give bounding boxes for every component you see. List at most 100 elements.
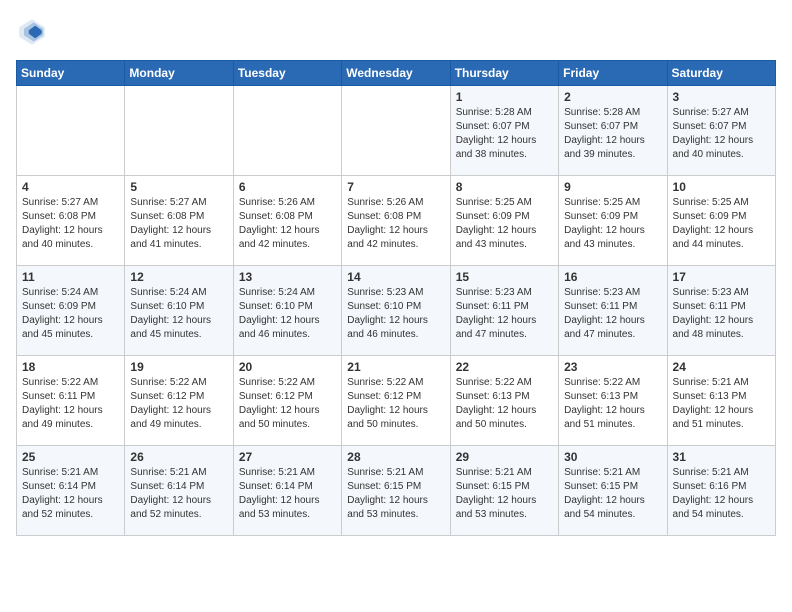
day-info: Sunrise: 5:22 AM Sunset: 6:12 PM Dayligh… (347, 376, 444, 432)
calendar-week-2: 4 Sunrise: 5:27 AM Sunset: 6:08 PM Daylig… (17, 176, 776, 266)
day-number: 13 (239, 270, 336, 284)
day-number: 17 (673, 270, 770, 284)
day-number: 10 (673, 180, 770, 194)
day-info: Sunrise: 5:26 AM Sunset: 6:08 PM Dayligh… (347, 196, 444, 252)
logo-icon (16, 16, 48, 48)
calendar-cell: 24Sunrise: 5:21 AM Sunset: 6:13 PM Dayli… (667, 356, 775, 446)
calendar-week-4: 18 Sunrise: 5:22 AM Sunset: 6:11 PM Dayli… (17, 356, 776, 446)
calendar-cell: 8 Sunrise: 5:25 AM Sunset: 6:09 PM Daylig… (450, 176, 558, 266)
day-number: 28 (347, 450, 444, 464)
day-info: Sunrise: 5:21 AM Sunset: 6:15 PM Dayligh… (347, 466, 444, 522)
day-number: 23 (564, 360, 661, 374)
calendar-cell (17, 86, 125, 176)
day-info: Sunrise: 5:24 AM Sunset: 6:09 PM Dayligh… (22, 286, 119, 342)
day-number: 15 (456, 270, 553, 284)
weekday-header-monday: Monday (125, 61, 233, 86)
day-number: 7 (347, 180, 444, 194)
weekday-header-tuesday: Tuesday (233, 61, 341, 86)
day-number: 3 (673, 90, 770, 104)
day-info: Sunrise: 5:22 AM Sunset: 6:11 PM Dayligh… (22, 376, 119, 432)
calendar-cell: 21 Sunrise: 5:22 AM Sunset: 6:12 PM Dayli… (342, 356, 450, 446)
calendar-cell: 10 Sunrise: 5:25 AM Sunset: 6:09 PM Dayli… (667, 176, 775, 266)
day-info: Sunrise: 5:28 AM Sunset: 6:07 PM Dayligh… (456, 106, 553, 162)
calendar-cell: 29 Sunrise: 5:21 AM Sunset: 6:15 PM Dayli… (450, 446, 558, 536)
day-number: 18 (22, 360, 119, 374)
day-info: Sunrise: 5:21 AM Sunset: 6:14 PM Dayligh… (22, 466, 119, 522)
day-number: 6 (239, 180, 336, 194)
day-info: Sunrise: 5:27 AM Sunset: 6:07 PM Dayligh… (673, 106, 770, 162)
calendar-cell: 20Sunrise: 5:22 AM Sunset: 6:12 PM Dayli… (233, 356, 341, 446)
day-number: 8 (456, 180, 553, 194)
day-number: 27 (239, 450, 336, 464)
calendar-cell: 4 Sunrise: 5:27 AM Sunset: 6:08 PM Daylig… (17, 176, 125, 266)
calendar-cell: 17Sunrise: 5:23 AM Sunset: 6:11 PM Dayli… (667, 266, 775, 356)
day-number: 26 (130, 450, 227, 464)
day-number: 29 (456, 450, 553, 464)
weekday-row: SundayMondayTuesdayWednesdayThursdayFrid… (17, 61, 776, 86)
day-info: Sunrise: 5:21 AM Sunset: 6:14 PM Dayligh… (130, 466, 227, 522)
day-info: Sunrise: 5:21 AM Sunset: 6:14 PM Dayligh… (239, 466, 336, 522)
calendar-cell: 18 Sunrise: 5:22 AM Sunset: 6:11 PM Dayli… (17, 356, 125, 446)
calendar-week-1: 1 Sunrise: 5:28 AM Sunset: 6:07 PM Daylig… (17, 86, 776, 176)
day-number: 11 (22, 270, 119, 284)
calendar-table: SundayMondayTuesdayWednesdayThursdayFrid… (16, 60, 776, 536)
day-info: Sunrise: 5:24 AM Sunset: 6:10 PM Dayligh… (239, 286, 336, 342)
day-info: Sunrise: 5:21 AM Sunset: 6:15 PM Dayligh… (456, 466, 553, 522)
weekday-header-thursday: Thursday (450, 61, 558, 86)
calendar-cell: 16 Sunrise: 5:23 AM Sunset: 6:11 PM Dayli… (559, 266, 667, 356)
weekday-header-wednesday: Wednesday (342, 61, 450, 86)
day-number: 12 (130, 270, 227, 284)
day-info: Sunrise: 5:23 AM Sunset: 6:11 PM Dayligh… (456, 286, 553, 342)
calendar-cell: 27 Sunrise: 5:21 AM Sunset: 6:14 PM Dayli… (233, 446, 341, 536)
calendar-cell (125, 86, 233, 176)
day-info: Sunrise: 5:26 AM Sunset: 6:08 PM Dayligh… (239, 196, 336, 252)
calendar-cell: 14 Sunrise: 5:23 AM Sunset: 6:10 PM Dayli… (342, 266, 450, 356)
day-number: 1 (456, 90, 553, 104)
day-info: Sunrise: 5:25 AM Sunset: 6:09 PM Dayligh… (456, 196, 553, 252)
day-info: Sunrise: 5:28 AM Sunset: 6:07 PM Dayligh… (564, 106, 661, 162)
calendar-cell (233, 86, 341, 176)
calendar-body: 1 Sunrise: 5:28 AM Sunset: 6:07 PM Daylig… (17, 86, 776, 536)
day-number: 19 (130, 360, 227, 374)
calendar-cell: 15 Sunrise: 5:23 AM Sunset: 6:11 PM Dayli… (450, 266, 558, 356)
calendar-cell: 1 Sunrise: 5:28 AM Sunset: 6:07 PM Daylig… (450, 86, 558, 176)
day-number: 30 (564, 450, 661, 464)
calendar-cell: 22Sunrise: 5:22 AM Sunset: 6:13 PM Dayli… (450, 356, 558, 446)
calendar-cell: 30 Sunrise: 5:21 AM Sunset: 6:15 PM Dayli… (559, 446, 667, 536)
calendar-cell: 13 Sunrise: 5:24 AM Sunset: 6:10 PM Dayli… (233, 266, 341, 356)
day-info: Sunrise: 5:23 AM Sunset: 6:11 PM Dayligh… (564, 286, 661, 342)
calendar-cell: 5Sunrise: 5:27 AM Sunset: 6:08 PM Daylig… (125, 176, 233, 266)
calendar-header: SundayMondayTuesdayWednesdayThursdayFrid… (17, 61, 776, 86)
calendar-cell: 9Sunrise: 5:25 AM Sunset: 6:09 PM Daylig… (559, 176, 667, 266)
day-info: Sunrise: 5:25 AM Sunset: 6:09 PM Dayligh… (673, 196, 770, 252)
calendar-cell: 11 Sunrise: 5:24 AM Sunset: 6:09 PM Dayli… (17, 266, 125, 356)
day-number: 14 (347, 270, 444, 284)
day-number: 4 (22, 180, 119, 194)
day-number: 9 (564, 180, 661, 194)
calendar-cell: 28 Sunrise: 5:21 AM Sunset: 6:15 PM Dayli… (342, 446, 450, 536)
calendar-cell: 12 Sunrise: 5:24 AM Sunset: 6:10 PM Dayli… (125, 266, 233, 356)
calendar-cell (342, 86, 450, 176)
calendar-cell: 7 Sunrise: 5:26 AM Sunset: 6:08 PM Daylig… (342, 176, 450, 266)
weekday-header-friday: Friday (559, 61, 667, 86)
day-number: 16 (564, 270, 661, 284)
weekday-header-sunday: Sunday (17, 61, 125, 86)
day-info: Sunrise: 5:22 AM Sunset: 6:12 PM Dayligh… (239, 376, 336, 432)
day-info: Sunrise: 5:23 AM Sunset: 6:10 PM Dayligh… (347, 286, 444, 342)
day-number: 5 (130, 180, 227, 194)
day-number: 31 (673, 450, 770, 464)
day-number: 24 (673, 360, 770, 374)
calendar-cell: 25Sunrise: 5:21 AM Sunset: 6:14 PM Dayli… (17, 446, 125, 536)
day-number: 2 (564, 90, 661, 104)
calendar-week-5: 25Sunrise: 5:21 AM Sunset: 6:14 PM Dayli… (17, 446, 776, 536)
calendar-cell: 6 Sunrise: 5:26 AM Sunset: 6:08 PM Daylig… (233, 176, 341, 266)
day-number: 21 (347, 360, 444, 374)
page-header (16, 16, 776, 48)
day-info: Sunrise: 5:24 AM Sunset: 6:10 PM Dayligh… (130, 286, 227, 342)
logo (16, 16, 52, 48)
calendar-cell: 2 Sunrise: 5:28 AM Sunset: 6:07 PM Daylig… (559, 86, 667, 176)
calendar-cell: 19 Sunrise: 5:22 AM Sunset: 6:12 PM Dayli… (125, 356, 233, 446)
day-info: Sunrise: 5:22 AM Sunset: 6:12 PM Dayligh… (130, 376, 227, 432)
day-info: Sunrise: 5:27 AM Sunset: 6:08 PM Dayligh… (22, 196, 119, 252)
day-info: Sunrise: 5:21 AM Sunset: 6:15 PM Dayligh… (564, 466, 661, 522)
